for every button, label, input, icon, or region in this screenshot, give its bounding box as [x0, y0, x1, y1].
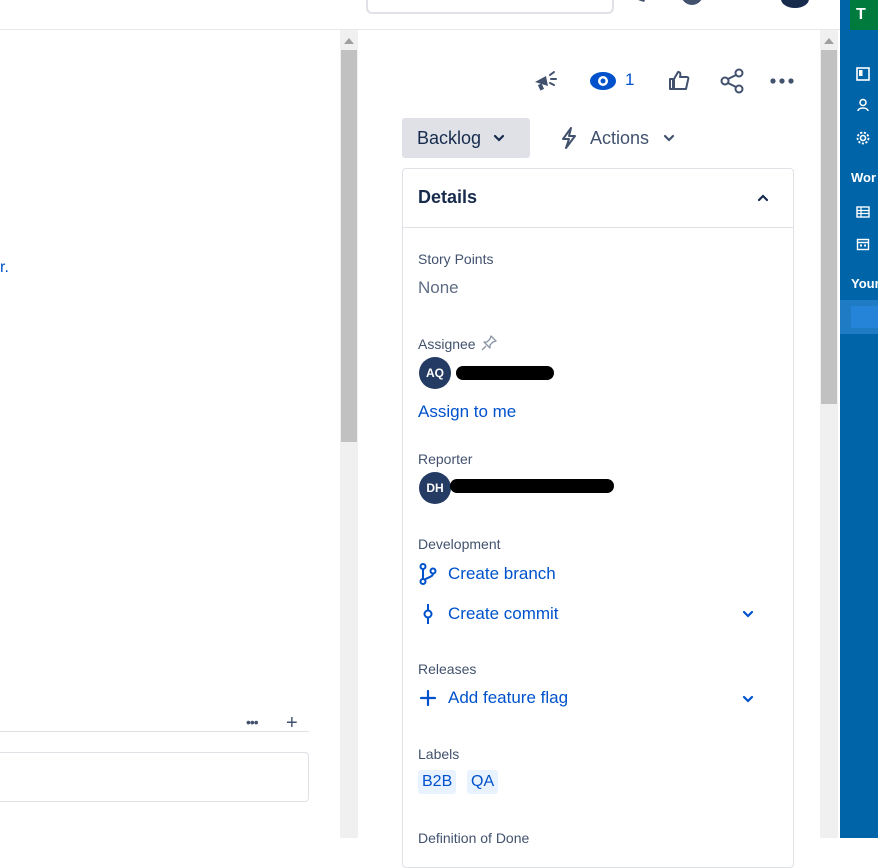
actions-dropdown-button[interactable]: Actions — [556, 118, 686, 158]
chevron-down-icon[interactable] — [740, 691, 756, 707]
top-bar — [0, 0, 840, 30]
add-feature-flag-label: Add feature flag — [448, 688, 569, 707]
chevron-down-icon — [493, 134, 505, 142]
chevron-down-icon[interactable] — [740, 606, 756, 622]
more-actions-icon[interactable] — [767, 66, 797, 96]
create-commit-link[interactable]: Create commit — [418, 603, 559, 625]
reporter-label: Reporter — [418, 451, 473, 467]
divider — [0, 731, 309, 732]
description-text: r. — [0, 259, 9, 276]
details-section — [402, 168, 794, 868]
left-scrollbar[interactable] — [340, 30, 358, 838]
person-icon[interactable] — [856, 98, 870, 112]
details-title: Details — [418, 187, 478, 207]
development-label: Development — [418, 536, 501, 552]
gear-icon[interactable] — [856, 131, 870, 145]
definition-of-done-label: Definition of Done — [418, 830, 530, 846]
assignee-label: Assignee — [418, 336, 476, 352]
like-thumbs-up-icon[interactable] — [664, 66, 694, 96]
create-branch-label: Create branch — [448, 564, 556, 583]
scroll-thumb[interactable] — [821, 50, 837, 404]
chevron-down-icon — [663, 134, 675, 142]
search-input[interactable] — [366, 0, 614, 14]
scroll-up-arrow[interactable] — [824, 38, 834, 44]
list-icon[interactable] — [856, 205, 870, 219]
pin-icon[interactable] — [481, 335, 497, 351]
status-label: Backlog — [417, 127, 482, 148]
redacted-reporter-name — [450, 479, 614, 493]
status-dropdown-button[interactable]: Backlog — [402, 118, 530, 158]
label-chip-qa[interactable]: QA — [467, 770, 499, 794]
scroll-thumb[interactable] — [341, 50, 357, 442]
more-options-icon[interactable]: ••• — [246, 714, 259, 730]
watch-count: 1 — [625, 70, 635, 89]
sidebar-section-work: Wor — [851, 170, 877, 185]
right-sidebar — [840, 0, 878, 838]
plus-icon — [419, 689, 437, 707]
assignee-avatar[interactable]: AQ — [419, 357, 451, 389]
settings-icon[interactable] — [732, 0, 756, 8]
board-icon[interactable] — [856, 67, 870, 81]
comment-input[interactable] — [0, 752, 309, 802]
releases-label: Releases — [418, 661, 477, 677]
story-points-value[interactable]: None — [418, 278, 459, 298]
create-commit-label: Create commit — [448, 604, 559, 623]
lightning-icon — [562, 127, 576, 149]
labels-label: Labels — [418, 746, 460, 762]
right-scrollbar[interactable] — [820, 30, 838, 838]
details-header[interactable]: Details — [402, 168, 794, 228]
add-feature-flag-link[interactable]: Add feature flag — [418, 688, 568, 708]
megaphone-icon[interactable] — [632, 0, 656, 8]
chevron-up-icon[interactable] — [757, 194, 769, 202]
reporter-avatar[interactable]: DH — [419, 472, 451, 504]
app-badge[interactable]: T — [850, 0, 878, 30]
assign-to-me-link[interactable]: Assign to me — [418, 402, 516, 422]
sidebar-section-your: Your — [851, 276, 878, 291]
feedback-megaphone-icon[interactable] — [530, 66, 560, 96]
calendar-icon[interactable] — [856, 237, 870, 251]
profile-avatar[interactable] — [781, 0, 809, 8]
help-icon[interactable] — [680, 0, 704, 8]
watch-eye-icon[interactable] — [588, 66, 618, 96]
actions-label: Actions — [590, 127, 650, 148]
branch-icon — [419, 563, 437, 585]
project-avatar[interactable] — [851, 306, 878, 328]
scroll-up-arrow[interactable] — [344, 38, 354, 44]
share-icon[interactable] — [717, 66, 747, 96]
label-chip-b2b[interactable]: B2B — [418, 770, 457, 794]
story-points-label: Story Points — [418, 251, 494, 267]
commit-icon — [423, 604, 433, 624]
create-branch-link[interactable]: Create branch — [418, 563, 556, 585]
redacted-assignee-name — [456, 366, 554, 380]
